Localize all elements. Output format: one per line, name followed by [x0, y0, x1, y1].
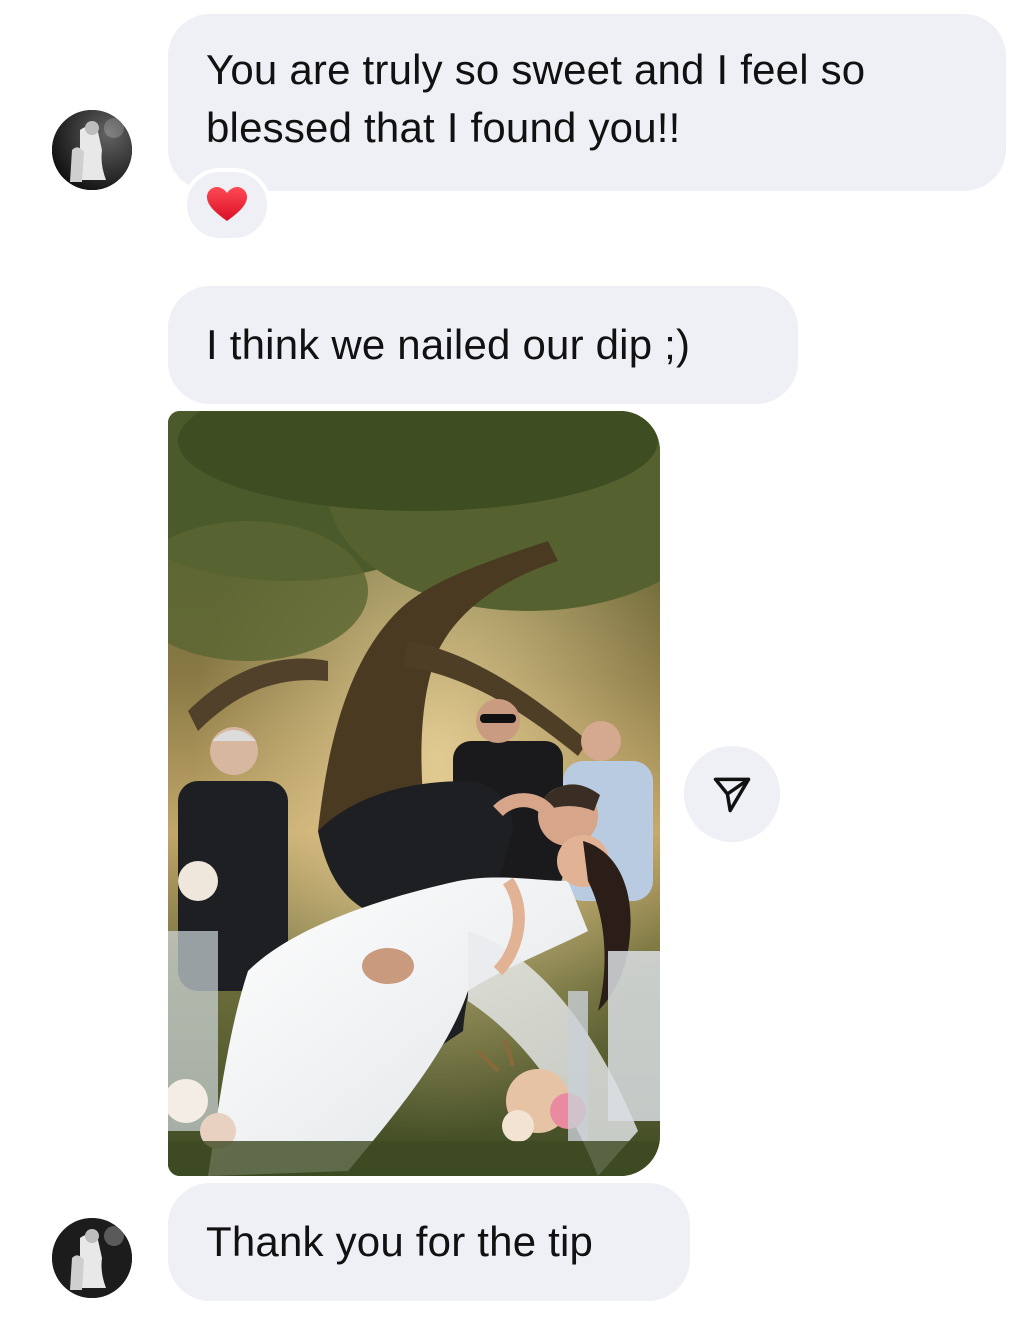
avatar-photo-icon	[52, 1218, 132, 1298]
message-text: I think we nailed our dip ;)	[206, 321, 691, 368]
wedding-dip-photo	[168, 411, 660, 1176]
message-text-line: You are truly so sweet and I feel so	[206, 46, 866, 93]
red-heart-reaction-icon	[207, 187, 247, 221]
message-bubble-received[interactable]: Thank you for the tip	[168, 1183, 690, 1301]
share-paper-plane-icon	[713, 777, 751, 813]
avatar-photo-icon	[52, 110, 132, 190]
message-bubble-received[interactable]: I think we nailed our dip ;)	[168, 286, 798, 404]
message-bubble-received[interactable]: You are truly so sweet and I feel so ble…	[168, 14, 1006, 191]
message-text-line: blessed that I found you!!	[206, 104, 681, 151]
contact-avatar[interactable]	[52, 1218, 132, 1298]
wedding-photo-message[interactable]	[168, 411, 660, 1176]
share-button[interactable]	[684, 746, 780, 842]
message-text: Thank you for the tip	[206, 1218, 594, 1265]
contact-avatar[interactable]	[52, 110, 132, 190]
message-reaction[interactable]	[183, 168, 271, 242]
